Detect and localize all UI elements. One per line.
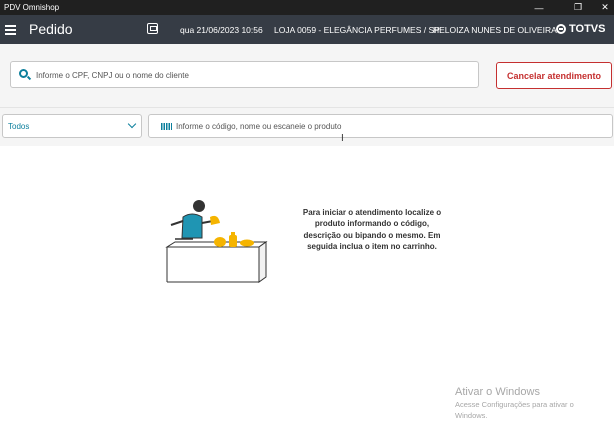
- chevron-down-icon: [127, 119, 137, 129]
- close-icon[interactable]: ✕: [590, 0, 614, 15]
- page-title: Pedido: [29, 21, 73, 37]
- window-titlebar: PDV Omnishop — ❐ ✕: [0, 0, 614, 15]
- divider: [0, 107, 614, 108]
- totvs-logo: TOTVS: [556, 23, 605, 35]
- empty-state-message: Para iniciar o atendimento localize o pr…: [302, 208, 442, 251]
- filter-select[interactable]: Todos: [2, 114, 142, 138]
- brand-name: TOTVS: [569, 23, 606, 35]
- empty-state-illustration: [165, 200, 268, 283]
- store-name: LOJA 0059 - ELEGÂNCIA PERFUMES / SP: [274, 25, 440, 35]
- watermark-title: Ativar o Windows: [455, 386, 540, 398]
- minimize-icon[interactable]: —: [524, 0, 554, 15]
- text-cursor-icon: I: [341, 133, 344, 144]
- customer-search-placeholder: Informe o CPF, CNPJ ou o nome do cliente: [36, 71, 189, 80]
- menu-icon[interactable]: [5, 25, 16, 35]
- product-search-input[interactable]: Informe o código, nome ou escaneie o pro…: [148, 114, 613, 138]
- app-header: Pedido qua 21/06/2023 10:56 LOJA 0059 - …: [0, 15, 614, 44]
- datetime: qua 21/06/2023 10:56: [180, 25, 263, 35]
- watermark-text: Acesse Configurações para ativar o Windo…: [455, 400, 574, 420]
- product-search-placeholder: Informe o código, nome ou escaneie o pro…: [176, 122, 342, 131]
- barcode-icon: [161, 123, 172, 130]
- windows-activation-watermark: Ativar o Windows Acesse Configurações pa…: [455, 385, 600, 421]
- window-title: PDV Omnishop: [4, 3, 60, 12]
- totvs-logo-icon: [556, 24, 566, 34]
- user-name: HELOIZA NUNES DE OLIVEIRA: [433, 25, 557, 35]
- cancel-service-button[interactable]: Cancelar atendimento: [496, 62, 612, 89]
- pos-icon[interactable]: [147, 23, 158, 34]
- search-icon: [19, 69, 28, 78]
- filter-selected-value: Todos: [8, 122, 30, 131]
- restore-icon[interactable]: ❐: [563, 0, 593, 15]
- customer-search-input[interactable]: Informe o CPF, CNPJ ou o nome do cliente: [10, 61, 479, 88]
